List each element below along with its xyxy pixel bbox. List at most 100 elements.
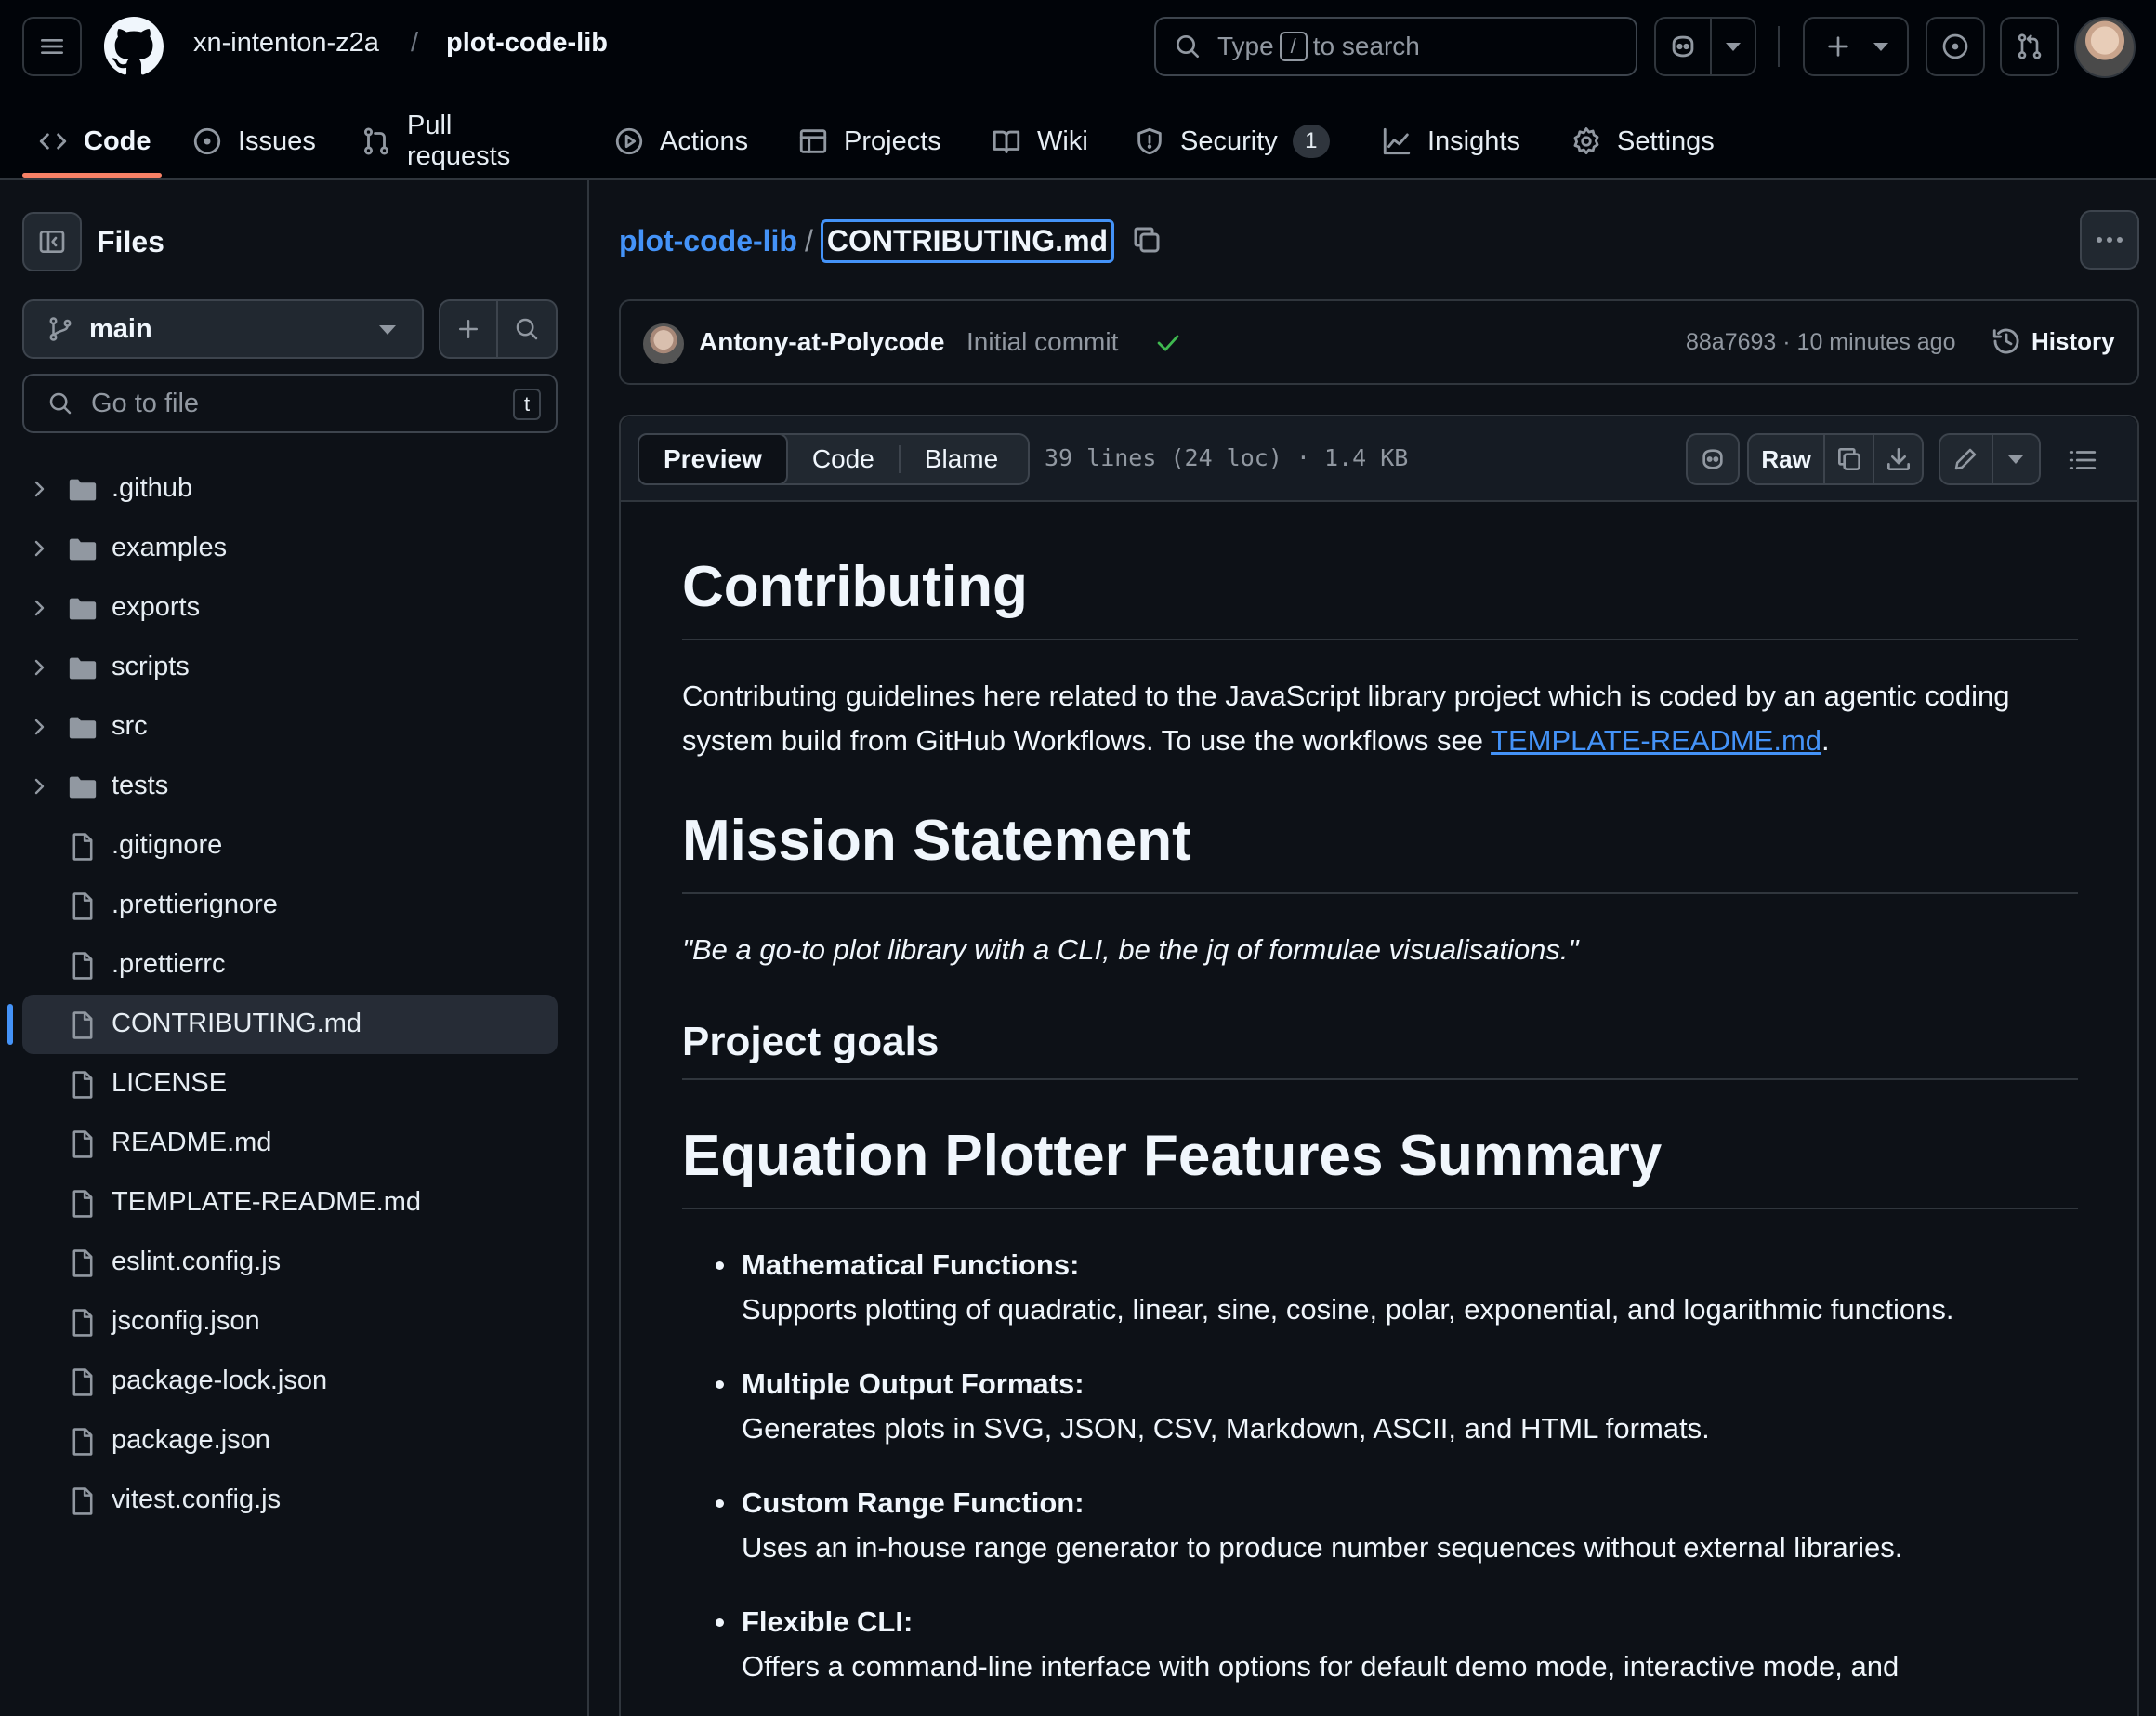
- ask-copilot-button[interactable]: [1686, 433, 1740, 485]
- commit-author[interactable]: Antony-at-Polycode: [699, 327, 944, 357]
- tree-item-name: scripts: [112, 652, 190, 681]
- tree-file-row[interactable]: vitest.config.js: [0, 1471, 587, 1530]
- plus-icon: [1823, 32, 1853, 61]
- breadcrumb-separator: /: [804, 224, 813, 257]
- your-pull-requests-button[interactable]: [2000, 17, 2059, 76]
- tree-item-name: src: [112, 711, 148, 741]
- tab-pull-requests[interactable]: Pull requests: [361, 102, 510, 180]
- tree-file-row[interactable]: package-lock.json: [0, 1352, 587, 1411]
- tree-file-row[interactable]: eslint.config.js: [0, 1233, 587, 1292]
- copilot-button[interactable]: [1654, 17, 1756, 76]
- folder-icon: [67, 593, 99, 625]
- tree-file-row[interactable]: jsconfig.json: [0, 1292, 587, 1352]
- edit-dropdown-button[interactable]: [1993, 435, 2039, 483]
- search-icon: [1173, 32, 1203, 61]
- create-new-button[interactable]: [1803, 17, 1909, 76]
- branch-selector[interactable]: main: [22, 299, 424, 359]
- file-stats: 39 lines (24 loc) · 1.4 KB: [1045, 444, 1409, 471]
- download-raw-button[interactable]: [1874, 435, 1922, 483]
- tree-file-row[interactable]: LICENSE: [0, 1054, 587, 1114]
- download-icon: [1884, 444, 1913, 474]
- active-tab-indicator: [22, 173, 162, 178]
- breadcrumb-repo-link[interactable]: plot-code-lib: [619, 224, 797, 258]
- check-icon[interactable]: [1152, 327, 1184, 359]
- tab-wiki-label: Wiki: [1037, 125, 1088, 156]
- tab-settings[interactable]: Settings: [1571, 102, 1715, 180]
- list-item: Mathematical Functions: Supports plotting…: [682, 1243, 2078, 1332]
- copy-path-icon[interactable]: [1130, 223, 1163, 257]
- tab-code[interactable]: Code: [37, 102, 151, 180]
- commit-message[interactable]: Initial commit: [966, 327, 1118, 357]
- tab-insights[interactable]: Insights: [1381, 102, 1520, 180]
- tab-code-view[interactable]: Code: [788, 435, 899, 483]
- global-search[interactable]: Type / to search: [1154, 17, 1637, 76]
- tree-item-name: package.json: [112, 1425, 270, 1455]
- tree-file-row[interactable]: README.md: [0, 1114, 587, 1173]
- tree-item-name: exports: [112, 592, 201, 622]
- tree-file-row[interactable]: TEMPLATE-README.md: [0, 1173, 587, 1233]
- tab-security[interactable]: Security 1: [1134, 102, 1330, 180]
- tree-file-row[interactable]: .gitignore: [0, 816, 587, 876]
- tree-folder-row[interactable]: .github: [0, 459, 587, 519]
- search-code-button[interactable]: [498, 301, 556, 357]
- tree-folder-row[interactable]: tests: [0, 757, 587, 816]
- chevron-right-icon[interactable]: [28, 716, 50, 738]
- markdown-body: Contributing Contributing guidelines her…: [682, 502, 2078, 1689]
- files-title: Files: [97, 225, 164, 258]
- raw-button[interactable]: Raw: [1749, 435, 1826, 483]
- issue-icon: [1940, 32, 1970, 61]
- chevron-right-icon[interactable]: [28, 597, 50, 619]
- header-divider: [1778, 26, 1780, 67]
- heading-features-summary: Equation Plotter Features Summary: [682, 1123, 2078, 1209]
- chevron-right-icon[interactable]: [28, 537, 50, 560]
- file-icon: [67, 891, 99, 922]
- file-icon: [67, 1010, 99, 1041]
- commit-meta[interactable]: 88a7693 · 10 minutes ago: [1686, 329, 1956, 356]
- tab-blame[interactable]: Blame: [901, 435, 1022, 483]
- breadcrumb: plot-code-lib / CONTRIBUTING.md: [619, 219, 1115, 263]
- edit-file-button[interactable]: [1940, 435, 1993, 483]
- repo-link[interactable]: plot-code-lib: [446, 28, 608, 59]
- copy-raw-button[interactable]: [1825, 435, 1875, 483]
- copilot-dropdown-icon[interactable]: [1712, 42, 1755, 51]
- more-options-button[interactable]: [2080, 210, 2139, 270]
- commit-author-avatar[interactable]: [643, 323, 684, 364]
- owner-link[interactable]: xn-intenton-z2a: [193, 28, 379, 59]
- pull-request-icon: [361, 125, 392, 157]
- file-icon: [67, 1307, 99, 1339]
- template-readme-link[interactable]: TEMPLATE-README.md: [1491, 724, 1821, 757]
- chevron-right-icon[interactable]: [28, 478, 50, 500]
- file-icon: [67, 1366, 99, 1398]
- feature-text: Uses an in-house range generator to prod…: [742, 1531, 1903, 1564]
- add-file-button[interactable]: [440, 301, 498, 357]
- issue-icon: [191, 125, 223, 157]
- tab-actions[interactable]: Actions: [613, 102, 748, 180]
- chevron-right-icon[interactable]: [28, 656, 50, 679]
- chevron-right-icon[interactable]: [28, 775, 50, 798]
- list-item: Custom Range Function: Uses an in-house r…: [682, 1481, 2078, 1570]
- tree-file-row[interactable]: .prettierrc: [0, 935, 587, 995]
- history-button[interactable]: History: [1991, 325, 2115, 357]
- tab-wiki[interactable]: Wiki: [991, 102, 1088, 180]
- tree-file-row[interactable]: CONTRIBUTING.md: [0, 995, 587, 1054]
- outline-list-icon[interactable]: [2067, 444, 2098, 476]
- tree-folder-row[interactable]: src: [0, 697, 587, 757]
- plus-icon: [454, 315, 482, 343]
- tree-folder-row[interactable]: exports: [0, 578, 587, 638]
- user-avatar[interactable]: [2074, 17, 2136, 78]
- tree-folder-row[interactable]: scripts: [0, 638, 587, 697]
- your-issues-button[interactable]: [1926, 17, 1985, 76]
- tree-file-row[interactable]: package.json: [0, 1411, 587, 1471]
- collapse-sidebar-button[interactable]: [22, 212, 82, 271]
- file-icon: [67, 1485, 99, 1517]
- tab-issues[interactable]: Issues: [191, 102, 316, 180]
- tree-file-row[interactable]: .prettierignore: [0, 876, 587, 935]
- tree-folder-row[interactable]: examples: [0, 519, 587, 578]
- tab-projects[interactable]: Projects: [797, 102, 941, 180]
- file-icon: [67, 831, 99, 863]
- tab-preview[interactable]: Preview: [638, 433, 788, 485]
- github-logo-icon[interactable]: [104, 17, 164, 76]
- menu-button[interactable]: [22, 17, 82, 76]
- file-icon: [67, 1188, 99, 1220]
- go-to-file-input[interactable]: Go to file t: [22, 374, 558, 433]
